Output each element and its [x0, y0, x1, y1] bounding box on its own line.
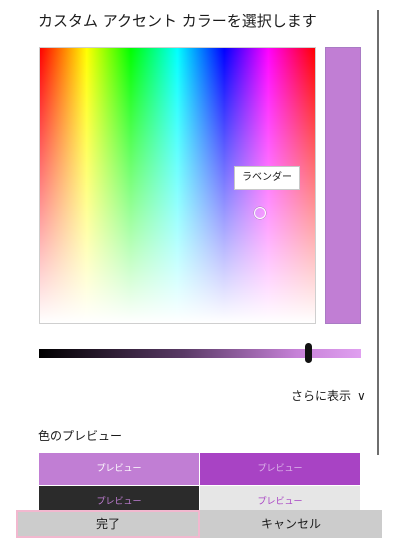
brightness-slider-thumb[interactable] — [305, 343, 312, 363]
chevron-down-icon: ∨ — [357, 388, 366, 403]
show-more-button[interactable]: さらに表示 ∨ — [291, 387, 366, 404]
custom-accent-color-dialog: カスタム アクセント カラーを選択します ラベンダー さらに表示 ∨ 色のプレビ… — [0, 0, 400, 554]
cancel-button[interactable]: キャンセル — [200, 510, 382, 538]
preview-tile-dark-accent: プレビュー — [200, 453, 360, 485]
color-preview-label: 色のプレビュー — [38, 429, 123, 443]
dialog-button-bar: 完了 キャンセル — [16, 510, 382, 538]
color-name-tooltip: ラベンダー — [234, 166, 300, 190]
brightness-slider-track[interactable] — [39, 349, 361, 358]
show-more-label: さらに表示 — [291, 389, 352, 403]
done-button[interactable]: 完了 — [16, 510, 200, 538]
preview-tile-accent-white: プレビュー — [39, 453, 199, 485]
color-picker-handle[interactable] — [254, 207, 266, 219]
color-preview-grid: プレビュー プレビュー プレビュー プレビュー — [39, 453, 360, 518]
scrollbar[interactable] — [377, 10, 379, 455]
dialog-title: カスタム アクセント カラーを選択します — [38, 12, 317, 30]
selected-color-swatch — [325, 47, 361, 324]
